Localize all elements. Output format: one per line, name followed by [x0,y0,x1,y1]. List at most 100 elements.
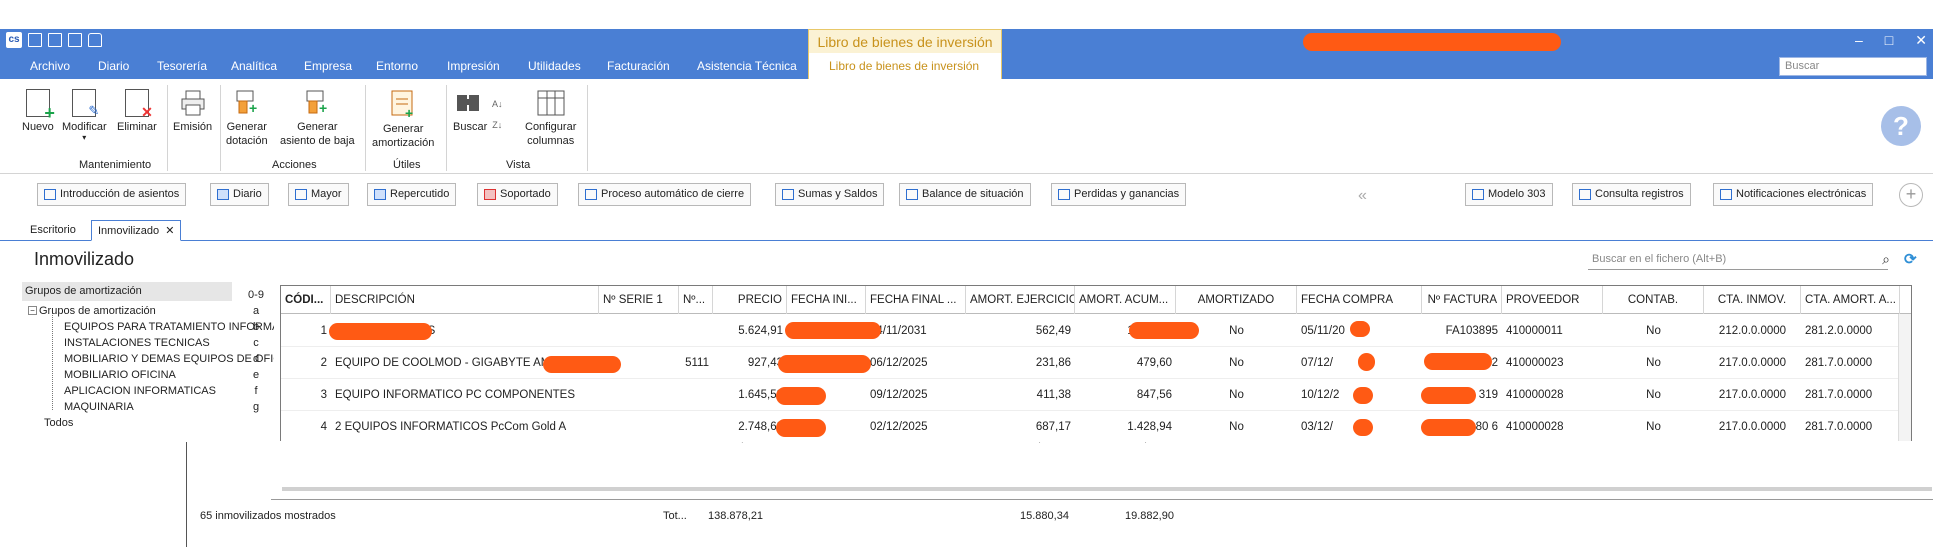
table-row[interactable]: 42 EQUIPOS INFORMATICOS PcCom Gold A 2.74… [281,411,1911,441]
modificar-button[interactable]: ✎ Modificar ▾ [62,89,107,142]
alpha-index-item[interactable]: f [246,383,266,399]
vertical-scrollbar[interactable] [1898,314,1911,441]
col-precio[interactable]: PRECIO [713,286,787,314]
alpha-index-item[interactable]: d [246,351,266,367]
tree-item[interactable]: MOBILIARIO Y DEMAS EQUIPOS DE OFICINA [64,353,274,365]
consulta-registros-button[interactable]: Consulta registros [1572,183,1691,206]
emision-button[interactable]: Emisión [173,89,212,134]
col-amort-acum[interactable]: AMORT. ACUM... [1075,286,1176,314]
col-descripcion[interactable]: DESCRIPCIÓN [331,286,599,314]
tab-facturacion[interactable]: Facturación [607,59,670,73]
lock-icon[interactable] [88,33,102,47]
alpha-index-item[interactable]: 0-9 [246,287,266,303]
soportado-button[interactable]: Soportado [477,183,558,206]
add-shortcut-button[interactable]: + [1899,183,1923,207]
notificaciones-button[interactable]: Notificaciones electrónicas [1713,183,1874,206]
tab-libro-bienes[interactable]: Libro de bienes de inversión [808,53,1002,79]
grid-icon[interactable] [28,33,42,47]
col-cta-inmov[interactable]: CTA. INMOV. [1704,286,1801,314]
file-search-input[interactable]: Buscar en el fichero (Alt+B) ⌕ [1588,248,1890,270]
cell-codigo: 2 [320,357,327,369]
table-row[interactable]: 3 EQUIPO INFORMATICO PC COMPONENTES 1.645,… [281,379,1911,411]
perdidas-ganancias-button[interactable]: Perdidas y ganancias [1051,183,1187,206]
tab-entorno[interactable]: Entorno [376,59,418,73]
tab-tesoreria[interactable]: Tesorería [157,59,207,73]
generar-baja-button[interactable]: + Generar asiento de baja [280,89,355,148]
sort-ascending-icon[interactable]: A↓ [492,99,503,110]
collapse-chevron-icon[interactable]: « [1358,187,1367,205]
search-icon[interactable]: ⌕ [1882,248,1890,270]
help-icon[interactable]: ? [1881,106,1921,146]
collapse-toggle-icon[interactable]: − [28,306,37,315]
alpha-index-item[interactable]: c [246,335,266,351]
balance-situacion-button[interactable]: Balance de situación [899,183,1031,206]
sumas-saldos-button[interactable]: Sumas y Saldos [775,183,885,206]
cell-fecha-final: 06/12/2025 [870,357,928,369]
close-tab-icon[interactable]: ✕ [165,225,174,237]
tree-item[interactable]: INSTALACIONES TECNICAS [64,337,274,349]
nuevo-button[interactable]: + Nuevo [22,89,55,134]
repercutido-label: Repercutido [390,188,450,200]
close-button[interactable]: ✕ [1915,32,1927,49]
tab-escritorio[interactable]: Escritorio [24,220,82,241]
buscar-button[interactable]: Buscar [453,89,487,134]
col-serie[interactable]: Nº SERIE 1 [599,286,679,314]
proceso-cierre-button[interactable]: Proceso automático de cierre [578,183,752,206]
table-row[interactable]: 2 EQUIPO DE COOLMOD - GIGABYTE AMD 5111 927… [281,347,1911,379]
alpha-index-item[interactable]: a [246,303,266,319]
col-codigo[interactable]: CÓDI... [281,286,331,314]
tab-analitica[interactable]: Analítica [231,59,277,73]
horizontal-scrollbar[interactable] [282,487,1932,491]
col-factura[interactable]: Nº FACTURA [1422,286,1502,314]
refresh-icon[interactable]: ⟳ [1904,250,1917,268]
minimize-button[interactable]: – [1855,32,1863,49]
mayor-button[interactable]: Mayor [288,183,349,206]
col-amort-ejercicio[interactable]: AMORT. EJERCICIO [966,286,1075,314]
tree-item[interactable]: MOBILIARIO OFICINA [64,369,274,381]
generar-dotacion-button[interactable]: + Generar dotación [226,89,268,148]
tab-inmovilizado[interactable]: Inmovilizado ✕ [91,220,182,241]
col-fecha-final[interactable]: FECHA FINAL ... [866,286,966,314]
maximize-button[interactable]: □ [1885,32,1893,49]
tab-empresa[interactable]: Empresa [304,59,352,73]
invoice-icon [374,189,386,200]
alpha-index-item[interactable]: g [246,399,266,415]
col-num[interactable]: Nº... [679,286,713,314]
tab-archivo[interactable]: Archivo [30,59,70,73]
col-cta-amort[interactable]: CTA. AMORT. A... [1801,286,1900,314]
modelo-303-button[interactable]: Modelo 303 [1465,183,1553,206]
tab-asistencia[interactable]: Asistencia Técnica [697,59,797,73]
sort-descending-icon[interactable]: Z↓ [492,120,503,131]
folder-open-icon[interactable] [68,33,82,47]
tree-item[interactable]: APLICACION INFORMATICAS [64,385,274,397]
tab-diario[interactable]: Diario [98,59,129,73]
tab-impresion[interactable]: Impresión [447,59,500,73]
eliminar-button[interactable]: ✕ Eliminar [117,89,157,134]
cell-serie [599,379,679,411]
configurar-columnas-button[interactable]: Configurar columnas [525,89,576,148]
sort-icons[interactable]: A↓ Z↓ [492,99,503,131]
introduccion-asientos-button[interactable]: Introducción de asientos [37,183,187,206]
tree-item[interactable]: EQUIPOS PARA TRATAMIENTO INFORMACION [64,321,274,333]
col-contab[interactable]: CONTAB. [1603,286,1704,314]
tree-item[interactable]: MAQUINARIA [64,401,274,413]
col-proveedor[interactable]: PROVEEDOR [1502,286,1603,314]
tree-root-node[interactable]: − Grupos de amortización [28,305,238,317]
tree-item-todos[interactable]: Todos [44,417,254,429]
new-document-icon: + [25,89,55,122]
repercutido-button[interactable]: Repercutido [367,183,457,206]
col-fecha-compra[interactable]: FECHA COMPRA [1297,286,1422,314]
table-header: CÓDI... DESCRIPCIÓN Nº SERIE 1 Nº... PRE… [281,286,1911,314]
folder-icon[interactable] [48,33,62,47]
diario-button[interactable]: Diario [210,183,269,206]
table-row-partial[interactable]: 23 CERAMICAS JACORONTE - BAÑOS 1.475,49 … [272,442,1932,474]
col-amortizado[interactable]: AMORTIZADO [1176,286,1297,314]
cell-serie [599,411,679,441]
table-row[interactable]: 1SALA REUNIONES5.624,9104/11/2031562,491… [281,315,1911,347]
alpha-index-item[interactable]: b [246,319,266,335]
generar-amortizacion-button[interactable]: + Generar amortización [372,89,434,150]
col-fecha-ini[interactable]: FECHA INI... [787,286,866,314]
menu-search-input[interactable]: Buscar [1779,57,1927,76]
alpha-index-item[interactable]: e [246,367,266,383]
tab-utilidades[interactable]: Utilidades [528,59,581,73]
